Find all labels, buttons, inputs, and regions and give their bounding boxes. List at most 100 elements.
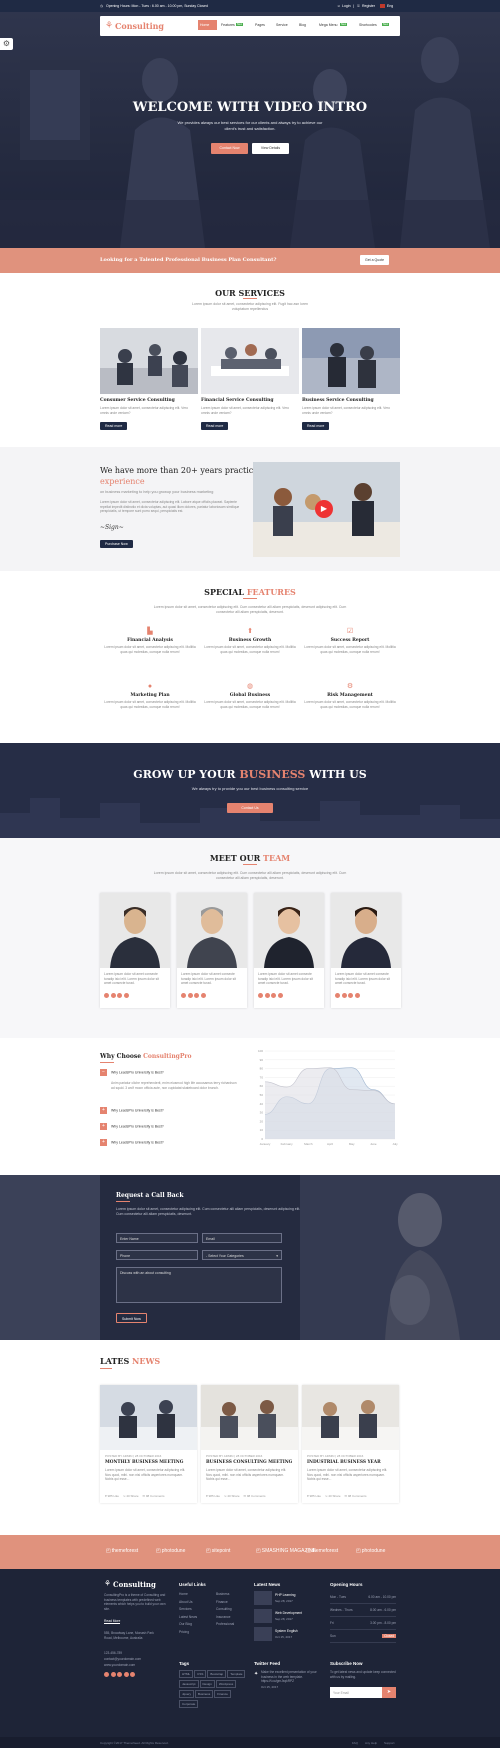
footer-tag[interactable]: HTML [179, 1670, 194, 1678]
footer-link[interactable]: Professional [216, 1621, 234, 1629]
google-plus-icon[interactable] [348, 993, 353, 998]
accordion-item[interactable]: + Why LeadsPro University is Best? [100, 1139, 250, 1146]
read-more-button[interactable]: Read more [302, 422, 330, 430]
video-thumbnail[interactable]: ▶ [253, 462, 400, 557]
nav-home[interactable]: Home [200, 23, 209, 27]
accordion-item[interactable]: + Why LeadsPro University is Best? [100, 1123, 250, 1130]
get-quote-button[interactable]: Get a Quote [360, 255, 390, 265]
footer-news-item[interactable]: System English Oct 15, 2017 [254, 1627, 320, 1645]
view-details-button[interactable]: View Details [252, 143, 289, 154]
linkedin-icon[interactable] [200, 993, 206, 998]
twitter-icon[interactable] [341, 993, 347, 998]
name-input[interactable]: Enter Name [116, 1233, 198, 1243]
footer-tag[interactable]: Jquery [179, 1690, 195, 1698]
accordion-item[interactable]: + Why LeadsPro University is Best? [100, 1107, 250, 1114]
partner-logo[interactable]: ◰photodune [156, 1548, 185, 1554]
facebook-icon[interactable] [335, 993, 340, 998]
purchase-now-button[interactable]: Purchase Now [100, 540, 133, 548]
linkedin-icon[interactable] [277, 993, 283, 998]
footer-news-item[interactable]: Web Development Sep 28, 2017 [254, 1609, 320, 1627]
message-textarea[interactable]: Discuss with an about consulting [116, 1267, 282, 1303]
footer-link[interactable]: Finance [216, 1599, 234, 1607]
brand-logo[interactable]: Consulting [115, 21, 164, 31]
nav-shortcodes[interactable]: Shortcodes [359, 23, 377, 27]
facebook-icon[interactable] [104, 993, 109, 998]
plus-icon[interactable]: + [100, 1107, 107, 1114]
submit-button[interactable]: Submit Now [116, 1313, 147, 1323]
contact-us-button[interactable]: Contact Us [227, 803, 273, 813]
plus-icon[interactable]: + [100, 1139, 107, 1146]
footer-tag[interactable]: Bootstrap [207, 1670, 227, 1678]
play-icon[interactable]: ▶ [315, 500, 333, 518]
help-link[interactable]: Any Help [365, 1741, 377, 1745]
footer-tag[interactable]: Design [199, 1680, 215, 1688]
footer-link[interactable]: About Us [179, 1599, 197, 1607]
minus-icon[interactable]: − [100, 1069, 107, 1076]
nav-mega-menu[interactable]: Mega Menu [319, 23, 337, 27]
partner-logo[interactable]: ◰themeforest [306, 1548, 338, 1554]
nav-pages[interactable]: Pages [255, 23, 265, 27]
news-title[interactable]: BUSINESS CONSULTING MEETING [206, 1460, 292, 1465]
email-input[interactable]: Email [202, 1233, 282, 1243]
footer-brand[interactable]: Consulting [113, 1580, 156, 1589]
footer-link[interactable]: Services [179, 1606, 197, 1614]
footer-tag[interactable]: Template [227, 1670, 246, 1678]
login-link[interactable]: Login [342, 4, 351, 8]
linkedin-icon[interactable] [123, 993, 129, 998]
twitter-icon[interactable] [110, 1672, 116, 1677]
nav-blog[interactable]: Blog [299, 23, 306, 27]
footer-tag[interactable]: Wordpress [215, 1680, 237, 1688]
google-plus-icon[interactable] [271, 993, 276, 998]
footer-tag[interactable]: Business [195, 1690, 214, 1698]
pinterest-icon[interactable] [130, 1672, 135, 1677]
read-more-button[interactable]: Read more [100, 422, 128, 430]
nav-service[interactable]: Service [276, 23, 288, 27]
faq-link[interactable]: FAQ [352, 1741, 358, 1745]
contact-now-button[interactable]: Contact Now [211, 143, 248, 154]
news-image[interactable] [201, 1385, 298, 1450]
footer-link[interactable]: Our Blog [179, 1621, 197, 1629]
facebook-icon[interactable] [104, 1672, 109, 1677]
read-more-button[interactable]: Read more [201, 422, 229, 430]
footer-tag[interactable]: Corporate [179, 1700, 199, 1708]
twitter-icon[interactable] [110, 993, 116, 998]
footer-news-item[interactable]: PHP Learning Sep 28, 2017 [254, 1591, 320, 1609]
linkedin-icon[interactable] [123, 1672, 129, 1677]
footer-link[interactable]: Insurance [216, 1614, 234, 1622]
accordion-item[interactable]: − Why LeadsPro University is Best? [100, 1069, 250, 1076]
twitter-icon[interactable] [187, 993, 193, 998]
footer-read-more[interactable]: Read More [104, 1619, 121, 1624]
plus-icon[interactable]: + [100, 1123, 107, 1130]
footer-link[interactable]: Latest News [179, 1614, 197, 1622]
news-title[interactable]: MONTHLY BUSINESS MEETING [105, 1460, 183, 1465]
send-icon[interactable]: ➤ [382, 1687, 396, 1698]
footer-tag[interactable]: CSS [194, 1670, 207, 1678]
footer-tag[interactable]: Javascript [179, 1680, 199, 1688]
partner-logo[interactable]: ◰sitepoint [206, 1548, 230, 1554]
footer-link[interactable]: Business [216, 1591, 234, 1599]
facebook-icon[interactable] [258, 993, 263, 998]
register-link[interactable]: Register [362, 4, 375, 8]
footer-link[interactable]: Consulting [216, 1606, 234, 1614]
partner-logo[interactable]: ◰themeforest [106, 1548, 138, 1554]
footer-link[interactable]: Home [179, 1591, 197, 1599]
news-image[interactable] [302, 1385, 399, 1450]
category-select[interactable]: - Select Your Categories ▾ [202, 1250, 282, 1260]
news-image[interactable] [100, 1385, 197, 1450]
partner-logo[interactable]: ◰photodune [356, 1548, 385, 1554]
facebook-icon[interactable] [181, 993, 186, 998]
google-plus-icon[interactable] [194, 993, 199, 998]
nav-features[interactable]: Features [221, 23, 235, 27]
twitter-icon[interactable] [264, 993, 270, 998]
google-plus-icon[interactable] [117, 993, 122, 998]
linkedin-icon[interactable] [354, 993, 360, 998]
google-plus-icon[interactable] [117, 1672, 122, 1677]
news-title[interactable]: INDUSTRIAL BUSINESS YEAR [307, 1460, 381, 1465]
support-link[interactable]: Support [384, 1741, 395, 1745]
footer-tag[interactable]: Finance [214, 1690, 231, 1698]
phone-input[interactable]: Phone [116, 1250, 198, 1260]
footer-link[interactable]: Pricing [179, 1629, 197, 1637]
subscribe-email-input[interactable]: Your Email [330, 1687, 382, 1698]
settings-gear-icon[interactable]: ⚙ [0, 38, 13, 50]
language-select[interactable]: Eng [387, 4, 393, 8]
